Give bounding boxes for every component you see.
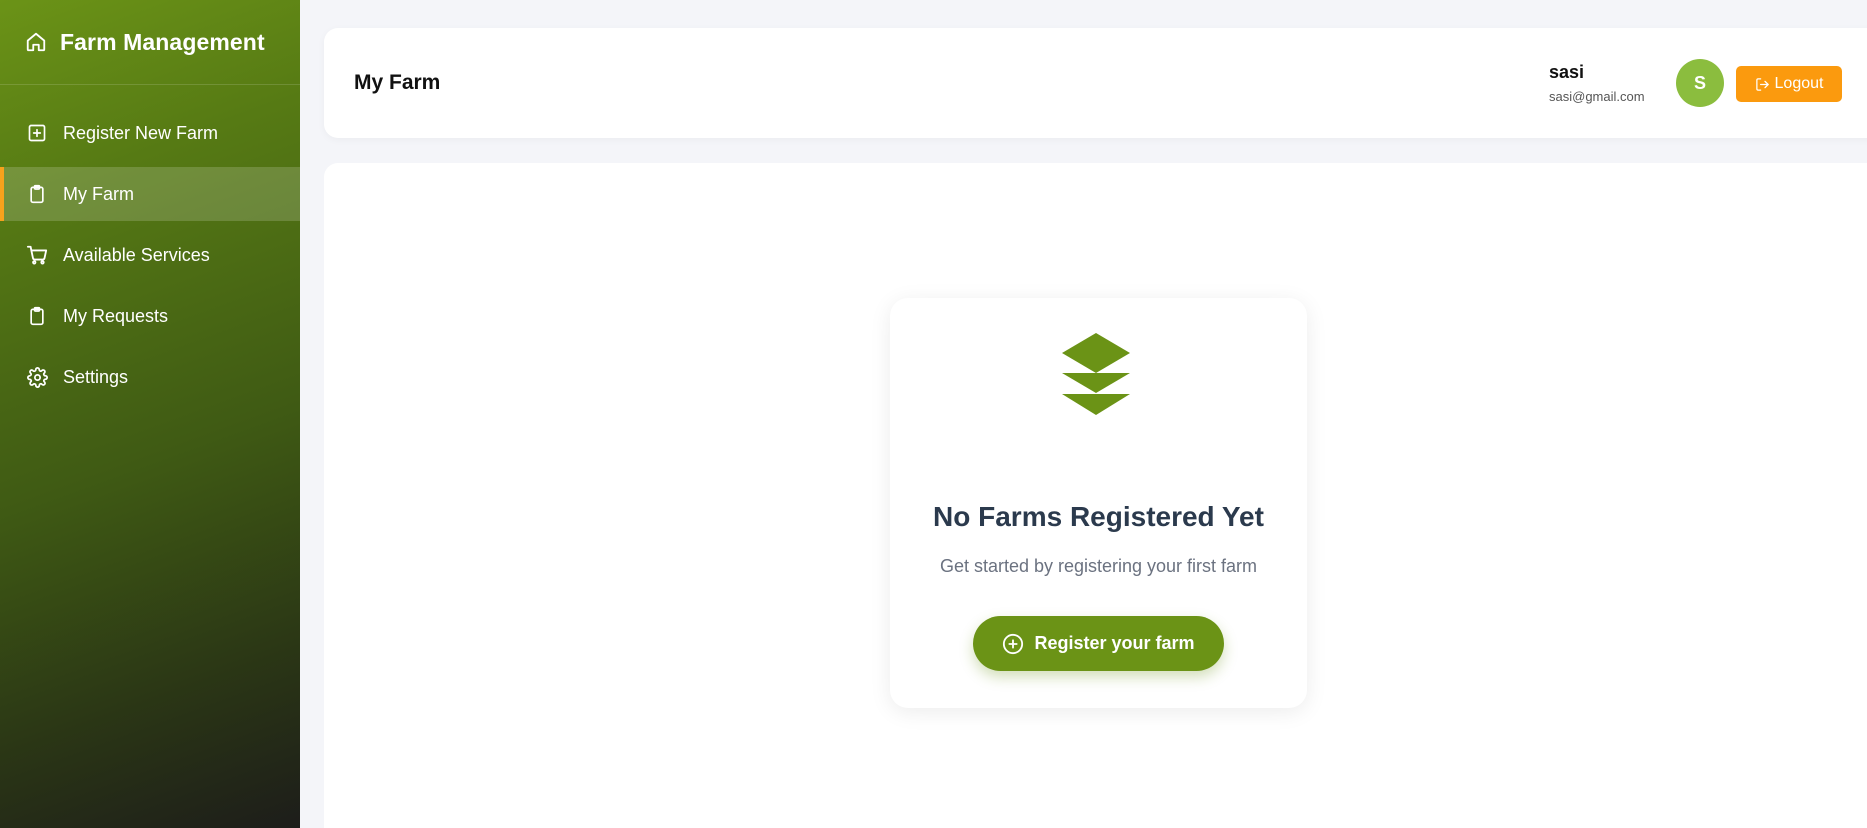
sidebar-item-label: Available Services — [63, 244, 210, 265]
plus-circle-icon — [1002, 633, 1024, 655]
sidebar-item-my-farm[interactable]: My Farm — [0, 167, 300, 221]
sidebar-item-label: My Requests — [63, 305, 169, 326]
sidebar-nav: Register New Farm My Farm Available Serv… — [0, 106, 300, 404]
sidebar-item-label: Register New Farm — [63, 122, 219, 143]
gear-icon — [26, 366, 48, 388]
cart-icon — [26, 244, 48, 266]
sidebar: Farm Management Register New Farm My Far… — [0, 0, 300, 828]
brand[interactable]: Farm Management — [0, 0, 300, 85]
logout-button[interactable]: Logout — [1736, 66, 1842, 102]
sidebar-item-available-services[interactable]: Available Services — [0, 228, 300, 282]
home-icon — [24, 30, 48, 54]
sidebar-item-register-new-farm[interactable]: Register New Farm — [0, 106, 300, 160]
sidebar-item-label: Settings — [63, 366, 129, 387]
clipboard-icon — [26, 305, 48, 327]
empty-state-title: No Farms Registered Yet — [933, 501, 1264, 532]
logout-icon — [1755, 77, 1770, 92]
avatar[interactable]: S — [1676, 59, 1724, 107]
plus-square-icon — [26, 122, 48, 144]
layers-icon — [1062, 333, 1130, 415]
page-title: My Farm — [354, 71, 441, 94]
register-farm-label: Register your farm — [1034, 633, 1195, 653]
logout-label: Logout — [1774, 75, 1824, 92]
register-farm-button[interactable]: Register your farm — [973, 616, 1224, 671]
clipboard-icon — [26, 183, 48, 205]
top-header: My Farm sasi sasi@gmail.com S Logout — [324, 28, 1867, 138]
user-email: sasi@gmail.com — [1549, 89, 1645, 104]
sidebar-item-my-requests[interactable]: My Requests — [0, 289, 300, 343]
main-content: No Farms Registered Yet Get started by r… — [324, 163, 1867, 828]
empty-state-card: No Farms Registered Yet Get started by r… — [890, 298, 1307, 708]
user-name: sasi — [1549, 62, 1585, 82]
brand-title: Farm Management — [60, 28, 265, 55]
sidebar-item-label: My Farm — [63, 183, 134, 204]
empty-state-subtitle: Get started by registering your first fa… — [939, 556, 1258, 576]
sidebar-item-settings[interactable]: Settings — [0, 350, 300, 404]
